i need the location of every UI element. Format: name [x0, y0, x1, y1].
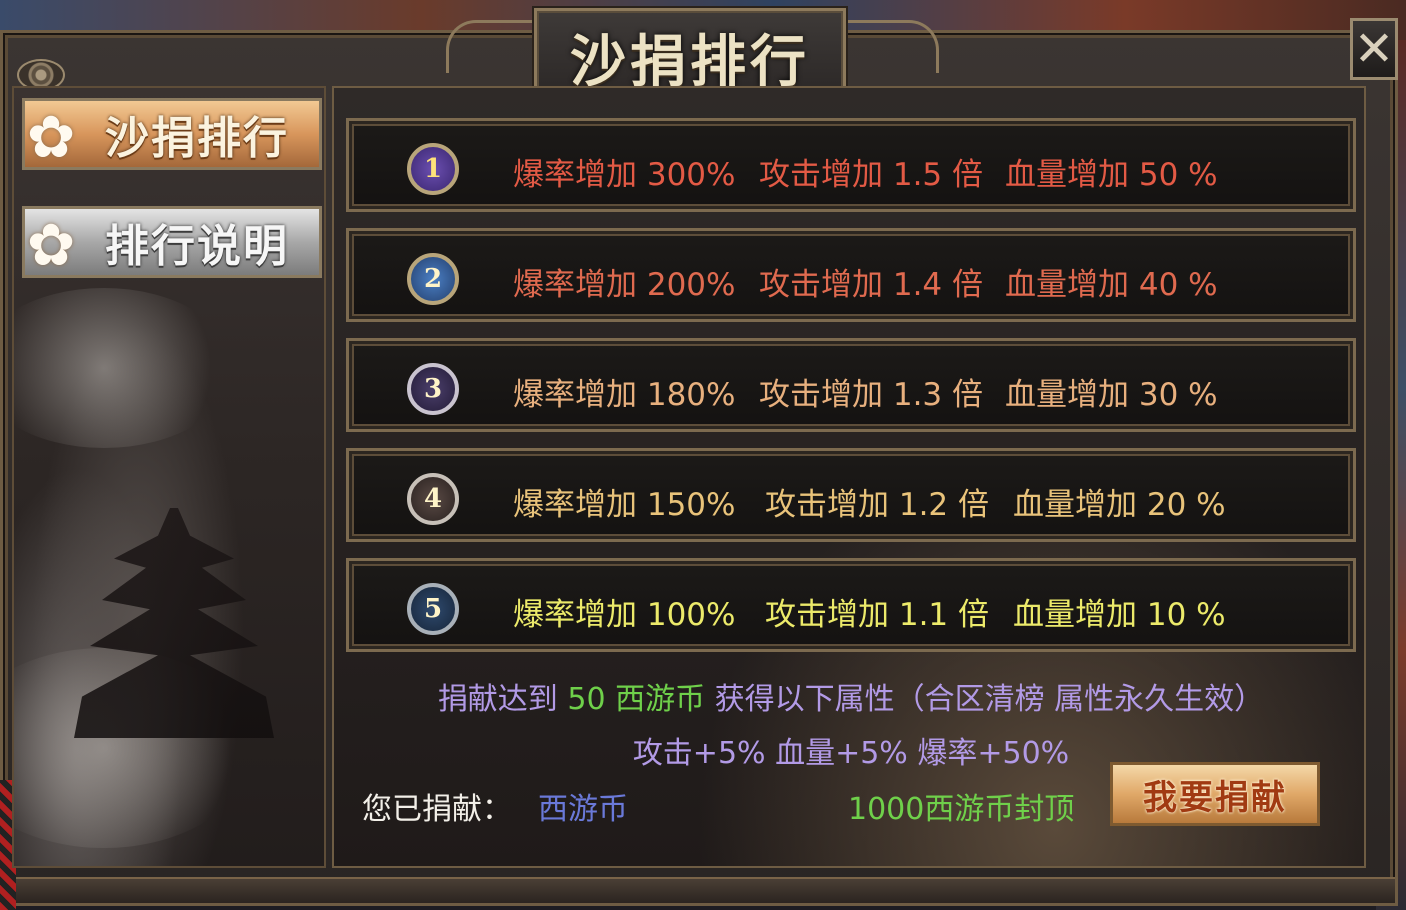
donated-label: 您已捐献： [362, 792, 512, 827]
rank-4-badge-icon: 4 [407, 473, 459, 525]
donate-button[interactable]: 我要捐献 [1110, 762, 1320, 826]
panel-bottom-border [3, 877, 1395, 903]
donation-threshold-info: 捐献达到 50 西游币 获得以下属性（合区清榜 属性永久生效） [334, 674, 1368, 718]
donation-cap: 1000西游币封顶 [848, 792, 1075, 827]
rank-row: 4 爆率增加 150% 攻击增加 1.2 倍 血量增加 20 % [346, 448, 1356, 542]
tab-label: 沙捐排行 [105, 113, 289, 164]
tab-donation-ranking[interactable]: ✿ 沙捐排行 [22, 98, 322, 170]
rank-3-badge-icon: 3 [407, 363, 459, 415]
close-button[interactable]: ✕ [1350, 18, 1398, 80]
rank-attack: 攻击增加 1.5 倍 [759, 157, 984, 193]
rank-row: 2 爆率增加 200% 攻击增加 1.4 倍 血量增加 40 % [346, 228, 1356, 322]
flower-icon: ✿ [26, 211, 76, 279]
game-screen: 沙捐排行 ✕ ✿ 沙捐排行 ✿ 排行说明 1 爆率增加 300% 攻击增加 1.… [0, 0, 1406, 910]
rank-drop-rate: 爆率增加 100% [513, 597, 736, 633]
rank-row: 5 爆率增加 100% 攻击增加 1.1 倍 血量增加 10 % [346, 558, 1356, 652]
rank-attack: 攻击增加 1.4 倍 [759, 267, 984, 303]
tab-label: 排行说明 [105, 221, 289, 272]
threshold-text-a: 捐献达到 [437, 682, 558, 717]
rank-hp: 血量增加 10 % [1013, 597, 1226, 633]
rank-drop-rate: 爆率增加 180% [513, 377, 736, 413]
rank-5-badge-icon: 5 [407, 583, 459, 635]
rank-attack: 攻击增加 1.1 倍 [765, 597, 990, 633]
rank-hp: 血量增加 20 % [1013, 487, 1226, 523]
threshold-text-b: 获得以下属性（合区清榜 属性永久生效） [714, 682, 1265, 717]
rank-drop-rate: 爆率增加 300% [513, 157, 736, 193]
rank-hp: 血量增加 30 % [1005, 377, 1218, 413]
rank-attack: 攻击增加 1.2 倍 [765, 487, 990, 523]
rank-hp: 血量增加 40 % [1005, 267, 1218, 303]
rank-2-badge-icon: 2 [407, 253, 459, 305]
flower-icon: ✿ [26, 103, 76, 171]
rank-hp: 血量增加 50 % [1005, 157, 1218, 193]
title-ornament-right [846, 20, 939, 73]
sidebar: ✿ 沙捐排行 ✿ 排行说明 [12, 86, 326, 868]
cloud-decoration [14, 288, 234, 448]
title-ornament-left [446, 20, 539, 73]
rank-drop-rate: 爆率增加 150% [513, 487, 736, 523]
threshold-amount: 50 西游币 [567, 682, 706, 717]
pagoda-silhouette [74, 508, 274, 738]
close-icon: ✕ [1353, 21, 1395, 77]
rank-row: 1 爆率增加 300% 攻击增加 1.5 倍 血量增加 50 % [346, 118, 1356, 212]
rank-drop-rate: 爆率增加 200% [513, 267, 736, 303]
ranking-content: 1 爆率增加 300% 攻击增加 1.5 倍 血量增加 50 % 2 爆率增加 … [332, 86, 1366, 868]
rank-1-badge-icon: 1 [407, 143, 459, 195]
rank-attack: 攻击增加 1.3 倍 [759, 377, 984, 413]
rank-row: 3 爆率增加 180% 攻击增加 1.3 倍 血量增加 30 % [346, 338, 1356, 432]
donated-value: 西游币 [538, 792, 628, 827]
tab-ranking-description[interactable]: ✿ 排行说明 [22, 206, 322, 278]
